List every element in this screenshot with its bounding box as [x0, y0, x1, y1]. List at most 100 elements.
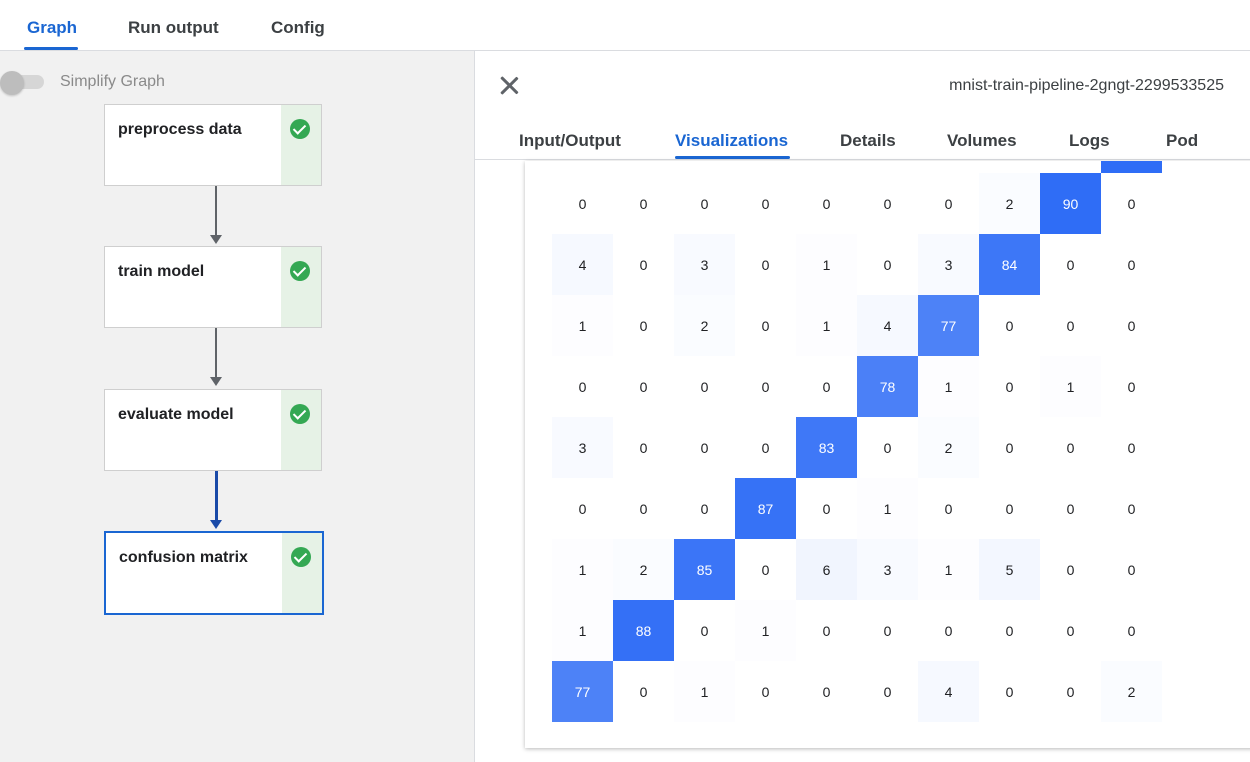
arrow-down-icon [210, 377, 222, 386]
matrix-cell: 0 [1040, 295, 1101, 356]
matrix-cell: 83 [796, 417, 857, 478]
matrix-cell: 0 [979, 417, 1040, 478]
matrix-cell [1040, 161, 1101, 173]
matrix-cell: 0 [979, 478, 1040, 539]
matrix-cell: 4 [552, 234, 613, 295]
matrix-cell: 0 [613, 295, 674, 356]
matrix-cell: 0 [1101, 234, 1162, 295]
matrix-cell [613, 161, 674, 173]
tab-pod[interactable]: Pod [1166, 131, 1198, 151]
matrix-cell: 1 [552, 539, 613, 600]
tab-input-output[interactable]: Input/Output [519, 131, 621, 151]
matrix-cell: 1 [857, 478, 918, 539]
matrix-cell [796, 161, 857, 173]
check-circle-icon [291, 547, 311, 567]
matrix-cell: 77 [552, 661, 613, 722]
matrix-cell: 0 [857, 417, 918, 478]
matrix-cell: 88 [613, 600, 674, 661]
matrix-cell: 0 [613, 173, 674, 234]
matrix-cell: 3 [552, 417, 613, 478]
matrix-cell: 0 [1101, 600, 1162, 661]
tab-run-output[interactable]: Run output [128, 18, 219, 38]
matrix-cell: 0 [735, 356, 796, 417]
matrix-cell: 0 [1101, 295, 1162, 356]
matrix-cell: 0 [674, 478, 735, 539]
matrix-cell: 0 [1101, 173, 1162, 234]
matrix-cell: 2 [613, 539, 674, 600]
tab-config[interactable]: Config [271, 18, 325, 38]
matrix-cell: 0 [796, 356, 857, 417]
tab-details[interactable]: Details [840, 131, 896, 151]
node-status [281, 390, 321, 470]
node-evaluate-model[interactable]: evaluate model [104, 389, 322, 471]
matrix-cell: 0 [1040, 539, 1101, 600]
matrix-cell: 0 [796, 173, 857, 234]
matrix-cell: 6 [796, 539, 857, 600]
matrix-cell: 85 [674, 539, 735, 600]
tab-graph[interactable]: Graph [27, 18, 77, 38]
simplify-graph-toggle[interactable] [0, 71, 44, 95]
node-details-panel: mnist-train-pipeline-2gngt-2299533525 In… [475, 51, 1250, 762]
matrix-cell: 1 [552, 600, 613, 661]
matrix-cell: 1 [552, 295, 613, 356]
tab-visualizations[interactable]: Visualizations [675, 131, 788, 151]
node-label: evaluate model [118, 406, 234, 423]
check-circle-icon [290, 119, 310, 139]
matrix-cell: 0 [674, 356, 735, 417]
matrix-cell: 1 [918, 356, 979, 417]
matrix-cell: 0 [735, 417, 796, 478]
matrix-cell: 0 [857, 173, 918, 234]
matrix-cell: 0 [1040, 600, 1101, 661]
matrix-cell: 0 [979, 295, 1040, 356]
matrix-cell: 0 [918, 600, 979, 661]
graph-panel: Simplify Graph preprocess data train mod… [0, 51, 475, 762]
matrix-cell: 0 [674, 173, 735, 234]
check-circle-icon [290, 261, 310, 281]
matrix-cell: 1 [674, 661, 735, 722]
panel-tab-bar: Input/Output Visualizations Details Volu… [475, 111, 1250, 160]
matrix-cell: 0 [613, 356, 674, 417]
graph-edge [215, 186, 217, 236]
node-label: preprocess data [118, 121, 242, 138]
simplify-graph-label: Simplify Graph [60, 73, 165, 90]
matrix-cell: 1 [735, 600, 796, 661]
matrix-cell: 2 [674, 295, 735, 356]
matrix-cell: 0 [674, 417, 735, 478]
matrix-cell: 2 [1101, 661, 1162, 722]
matrix-cell: 0 [796, 661, 857, 722]
matrix-cell: 2 [979, 173, 1040, 234]
node-preprocess-data[interactable]: preprocess data [104, 104, 322, 186]
node-status [281, 105, 321, 185]
matrix-cell: 0 [735, 173, 796, 234]
matrix-cell: 1 [1040, 356, 1101, 417]
arrow-down-icon [210, 235, 222, 244]
matrix-cell: 0 [1101, 417, 1162, 478]
tab-volumes[interactable]: Volumes [947, 131, 1017, 151]
matrix-cell: 3 [857, 539, 918, 600]
matrix-cell [857, 161, 918, 173]
matrix-cell: 0 [735, 539, 796, 600]
matrix-cell: 0 [979, 356, 1040, 417]
tab-logs[interactable]: Logs [1069, 131, 1110, 151]
matrix-cell: 0 [613, 234, 674, 295]
matrix-cell [979, 161, 1040, 173]
matrix-cell: 0 [918, 173, 979, 234]
active-tab-indicator [675, 156, 790, 159]
matrix-cell: 4 [857, 295, 918, 356]
matrix-cell: 0 [1040, 417, 1101, 478]
node-confusion-matrix[interactable]: confusion matrix [104, 531, 324, 615]
top-tab-bar: Graph Run output Config [0, 0, 1250, 51]
matrix-cell: 0 [796, 600, 857, 661]
graph-edge [215, 328, 217, 378]
matrix-cell [552, 161, 613, 173]
matrix-cell: 0 [979, 661, 1040, 722]
matrix-cell: 3 [918, 234, 979, 295]
matrix-cell: 0 [857, 600, 918, 661]
close-icon[interactable] [497, 73, 521, 97]
matrix-cell: 5 [979, 539, 1040, 600]
matrix-cell: 0 [857, 234, 918, 295]
matrix-cell: 0 [552, 356, 613, 417]
node-train-model[interactable]: train model [104, 246, 322, 328]
matrix-cell: 84 [979, 234, 1040, 295]
matrix-cell: 0 [1101, 539, 1162, 600]
